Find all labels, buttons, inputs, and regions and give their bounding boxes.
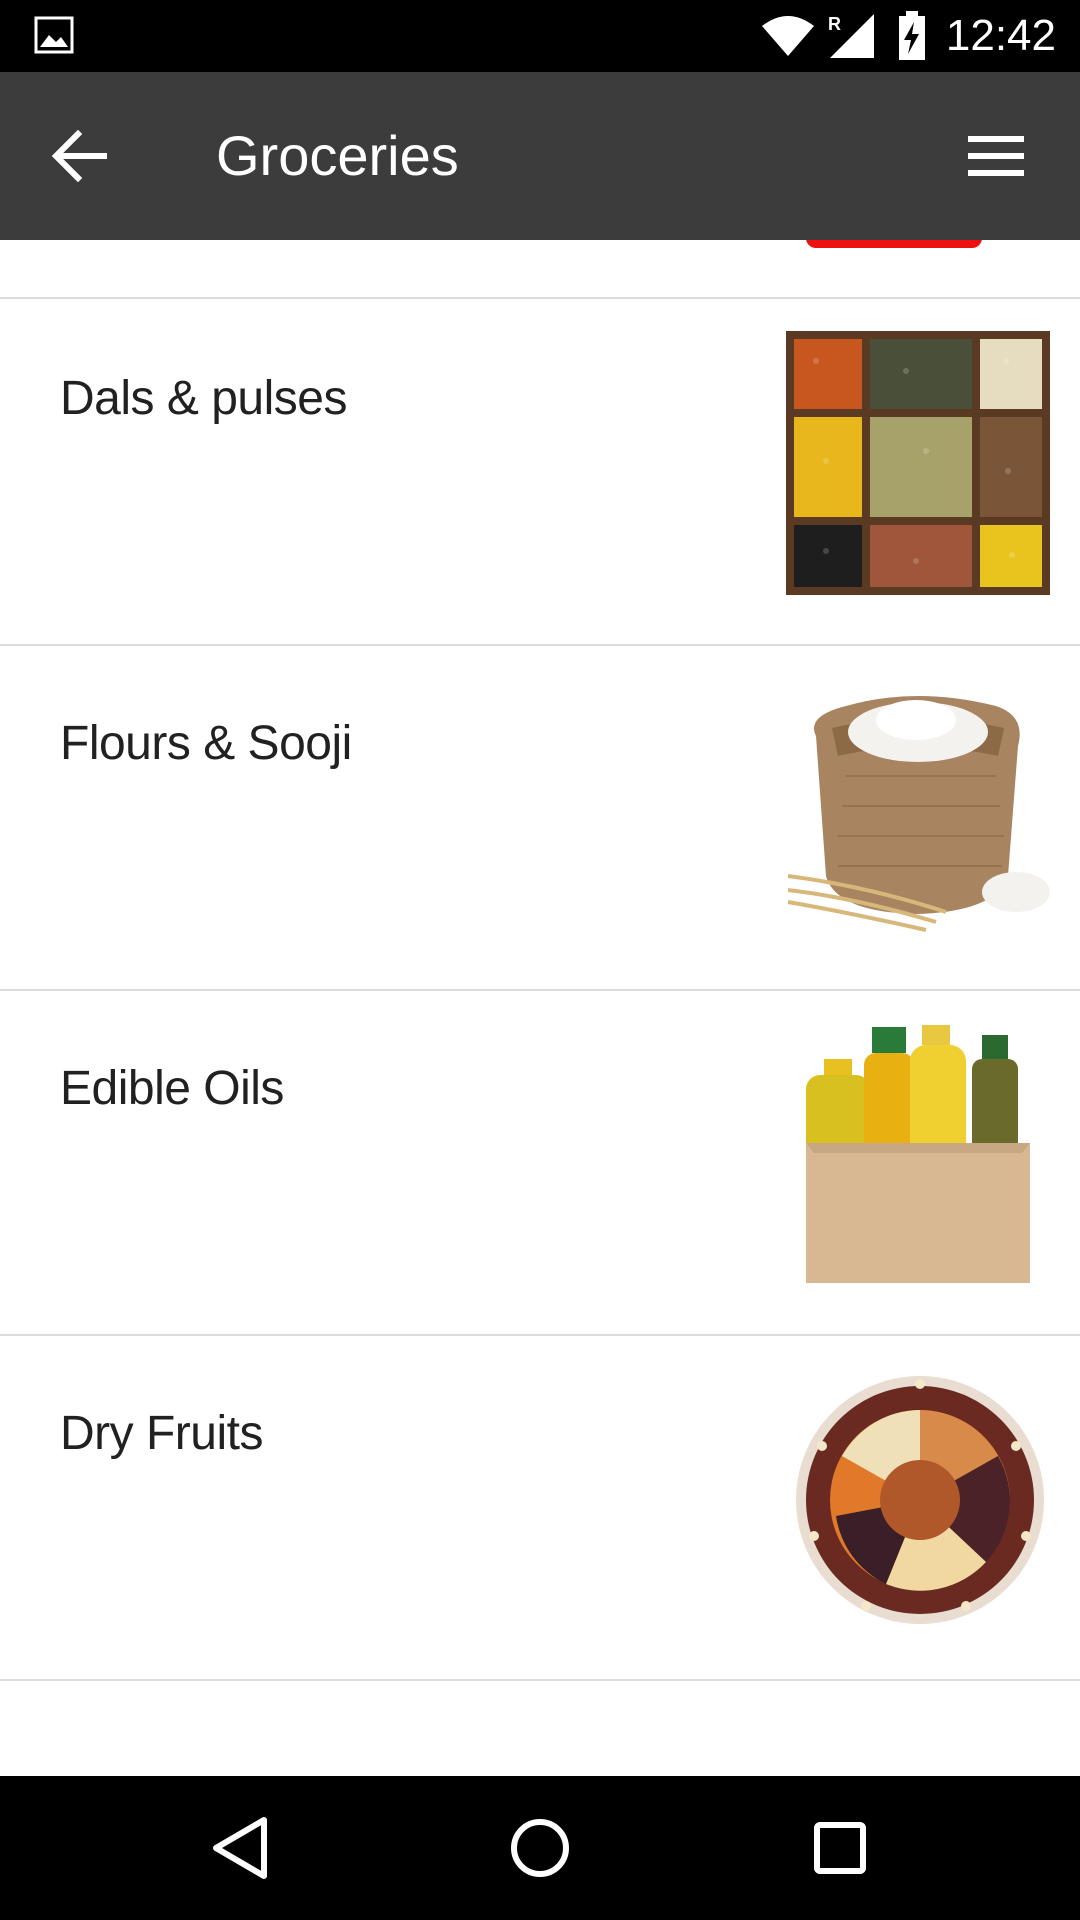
back-triangle-icon[interactable]: [202, 1808, 282, 1888]
category-label: Flours & Sooji: [60, 717, 352, 770]
page-title: Groceries: [216, 124, 459, 187]
dry-fruits-image: [786, 1366, 1050, 1630]
network-type-label: R: [828, 14, 841, 34]
signal-icon: R: [828, 14, 874, 58]
category-label: Edible Oils: [60, 1062, 284, 1115]
dals-pulses-image: [786, 331, 1050, 595]
category-label: Dals & pulses: [60, 372, 347, 425]
app-toolbar: Groceries: [0, 72, 1080, 240]
oil-bottles-image: [786, 1021, 1050, 1285]
partial-thumbnail: [806, 240, 982, 248]
back-arrow-icon[interactable]: [48, 126, 112, 186]
system-nav-bar: [0, 1776, 1080, 1920]
gallery-icon: [34, 16, 74, 54]
category-item-dry-fruits[interactable]: Dry Fruits: [0, 1336, 1080, 1681]
category-list[interactable]: Dals & pulses Flours & Sooji Edible Oils…: [0, 240, 1080, 1776]
category-label: Dry Fruits: [60, 1407, 263, 1460]
home-circle-icon[interactable]: [500, 1808, 580, 1888]
category-item-flours-sooji[interactable]: Flours & Sooji: [0, 646, 1080, 991]
status-clock: 12:42: [945, 11, 1056, 60]
category-item-dals-pulses[interactable]: Dals & pulses: [0, 301, 1080, 646]
recents-square-icon[interactable]: [800, 1808, 880, 1888]
category-item-edible-oils[interactable]: Edible Oils: [0, 991, 1080, 1336]
status-bar: R 12:42: [0, 0, 1080, 72]
hamburger-menu-icon[interactable]: [962, 128, 1030, 184]
flour-sack-image: [786, 676, 1050, 940]
list-item-partial[interactable]: [0, 240, 1080, 299]
battery-charging-icon: [899, 11, 925, 60]
wifi-icon: [762, 16, 814, 56]
